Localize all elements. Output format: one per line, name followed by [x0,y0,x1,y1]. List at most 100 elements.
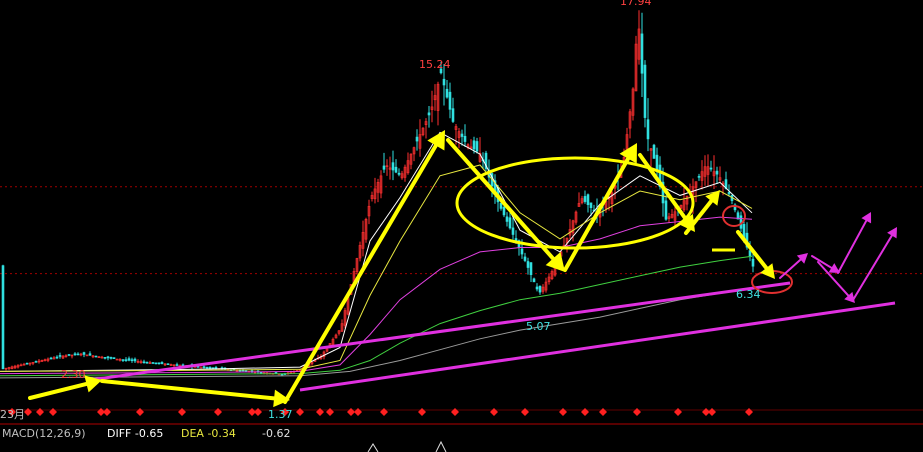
arrow-yellow-4-shaft [446,138,556,261]
candle-body [505,216,509,222]
candle-body [664,200,668,220]
candle-body [130,359,134,362]
macd-peak-1 [367,443,379,452]
signal-diamond [36,408,44,416]
signal-diamond [674,408,682,416]
signal-diamond [451,408,459,416]
candle-body [82,352,86,355]
candles [1,10,755,376]
arrow-magenta-3 [837,212,872,274]
candle-body [55,356,59,359]
candle-body [151,362,155,364]
candle-body [583,196,587,202]
ma-white [0,131,753,372]
candle-body [103,357,107,359]
candle-body [472,140,476,150]
candle-body [67,354,71,356]
candle-body [142,361,146,364]
candle-body [397,172,401,175]
candle-body [451,108,455,122]
candle-body [112,357,116,359]
candle-body [715,170,719,175]
candle-body [442,78,446,86]
candle-body [523,256,527,261]
arrow-magenta-5-shaft [852,234,893,301]
candle-body [109,357,113,359]
signal-diamond [326,408,334,416]
candle-body [214,367,218,369]
candle-body [727,192,731,195]
candle-body [643,64,647,118]
label-base-low: 1.37 [268,408,293,421]
ma-gray [0,288,753,379]
label-date: 23月 [0,408,25,421]
macd-diff: DIFF -0.65 [107,427,163,440]
candle-body [529,262,533,276]
signal-diamond [380,408,388,416]
label-low-2: 6.34 [736,288,761,301]
candle-body [520,248,524,255]
candle-body [511,227,515,235]
arrow-yellow-8 [736,230,775,279]
candle-body [157,362,161,365]
candle-body [1,265,5,370]
candle-body [175,364,179,366]
label-low-1: 5.07 [526,320,551,333]
candle-body [535,286,539,290]
candle-body [205,366,209,369]
candle-body [94,355,98,358]
arrow-yellow-5 [563,143,637,272]
arrow-yellow-1-shaft [28,381,89,400]
candle-body [748,250,752,258]
candle-body [202,366,206,368]
candle-body [751,258,755,267]
candle-body [502,206,506,216]
signal-diamond [296,408,304,416]
arrow-yellow-5-shaft [563,156,631,272]
candle-body [34,361,38,363]
magenta-trendline-lower [299,301,896,392]
candle-body [445,88,449,98]
candle-body [508,217,512,229]
signal-diamonds [8,408,753,416]
signal-diamond [521,408,529,416]
candle-body [463,135,467,142]
candle-body [76,353,80,356]
signal-diamond [254,408,262,416]
candle-body [640,33,644,74]
candle-body [448,91,452,110]
candle-body [526,261,530,268]
macd-peak-2 [435,440,447,452]
candle-body [49,357,53,360]
candle-body [25,362,29,365]
signal-diamond [103,408,111,416]
signal-diamond [708,408,716,416]
candle-body [655,154,659,171]
label-early-high: 2.30 [61,368,86,381]
candle-body [382,165,386,170]
arrow-yellow-2 [100,379,290,408]
signal-diamond [633,408,641,416]
candle-body [586,194,590,205]
signal-diamond [178,408,186,416]
candle-body [394,166,398,173]
signal-diamond [24,408,32,416]
signal-diamond [418,408,426,416]
macd-value: -0.62 [262,427,290,440]
macd-label: MACD(12,26,9) [2,427,86,440]
candle-body [415,136,419,142]
candle-body [709,167,713,170]
signal-diamond [214,408,222,416]
stock-chart: 15.24 17.94 5.07 6.34 2.30 1.37 23月 MACD… [0,0,923,452]
candle-body [133,358,137,362]
candle-body [58,355,62,357]
arrow-yellow-3 [283,130,445,404]
candle-body [208,366,212,369]
candle-body [160,362,164,364]
signal-diamond [581,408,589,416]
signal-diamond [347,408,355,416]
candle-body [697,176,701,178]
signal-diamond [49,408,57,416]
reference-lines [0,186,923,275]
candle-body [259,371,263,374]
